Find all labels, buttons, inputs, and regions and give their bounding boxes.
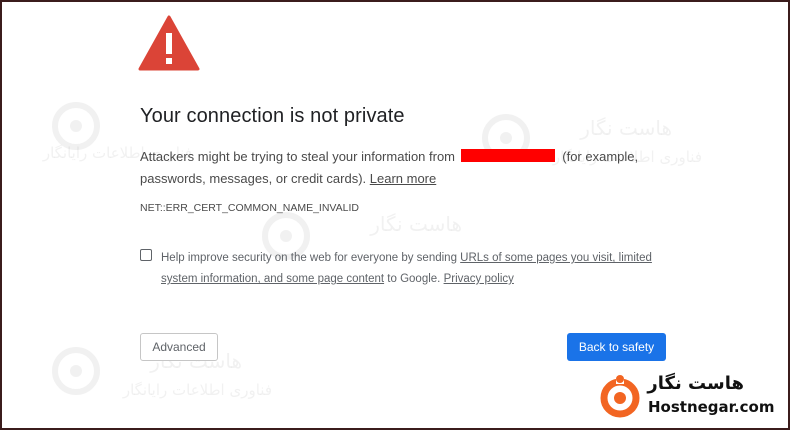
optin-checkbox[interactable] [140, 249, 152, 261]
page-title: Your connection is not private [140, 105, 405, 127]
learn-more-link[interactable]: Learn more [370, 171, 436, 186]
brand-name-fa: هاست نگار [647, 373, 744, 394]
optin-text: Help improve security on the web for eve… [161, 248, 661, 290]
privacy-policy-link[interactable]: Privacy policy [444, 273, 514, 285]
description-text: Attackers might be trying to steal your … [140, 149, 456, 164]
optin-text-middle: to Google. [387, 273, 441, 285]
browser-page: فناوری اطلاعات رایانگار هاست نگار فناوری… [0, 0, 790, 430]
redacted-domain [460, 149, 555, 162]
optin-text-before: Help improve security on the web for eve… [161, 252, 457, 264]
error-code: NET::ERR_CERT_COMMON_NAME_INVALID [140, 202, 359, 214]
back-to-safety-button[interactable]: Back to safety [567, 333, 666, 361]
brand-logo: هاست نگار Hostnegar.com [598, 371, 784, 425]
hostnegar-logo-icon [600, 374, 640, 418]
advanced-button[interactable]: Advanced [140, 333, 218, 361]
warning-icon [138, 15, 200, 71]
brand-name-en: Hostnegar.com [648, 398, 775, 416]
warning-description: Attackers might be trying to steal your … [140, 146, 680, 190]
